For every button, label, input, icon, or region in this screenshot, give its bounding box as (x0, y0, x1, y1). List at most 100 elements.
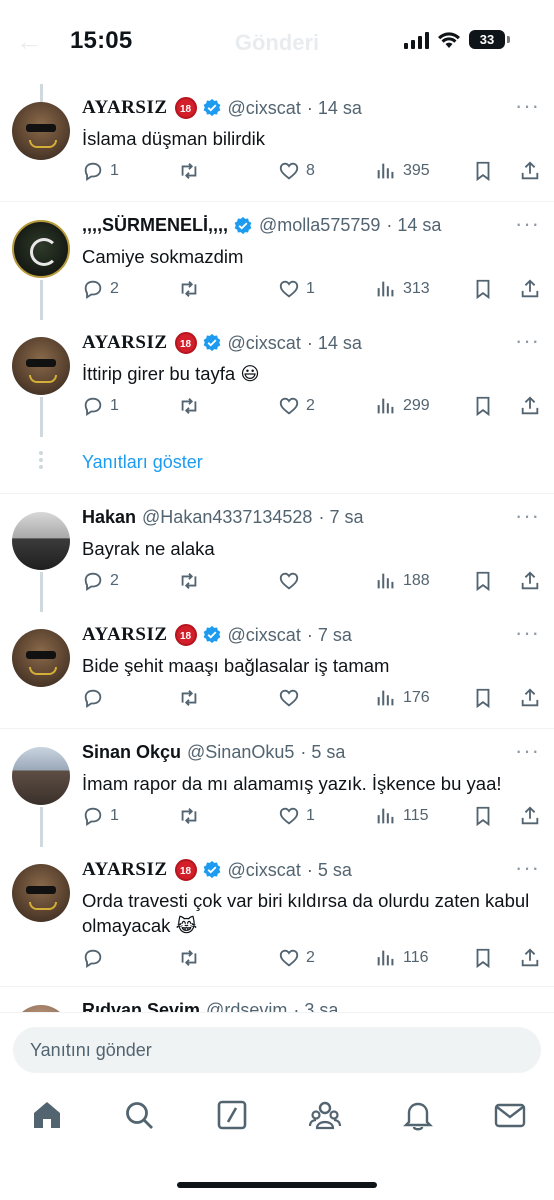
author-handle[interactable]: @cixscat (228, 860, 301, 881)
search-icon[interactable] (122, 1098, 156, 1132)
views-button[interactable]: 188 (375, 570, 430, 592)
avatar[interactable] (12, 220, 70, 278)
bookmark-button[interactable] (472, 805, 494, 827)
like-button[interactable]: 8 (278, 160, 315, 182)
more-options-icon[interactable]: ··· (515, 740, 540, 762)
avatar[interactable] (12, 747, 70, 805)
avatar[interactable] (12, 337, 70, 395)
views-button[interactable]: 115 (375, 805, 429, 827)
tweet-actions: 2 1 313 (82, 278, 540, 304)
communities-icon[interactable] (308, 1098, 342, 1132)
author-handle[interactable]: @Hakan4337134528 (142, 507, 312, 528)
reply-button[interactable]: 1 (82, 805, 119, 827)
retweet-button[interactable] (178, 947, 200, 969)
reply-button[interactable] (82, 687, 110, 709)
like-button[interactable]: 2 (278, 395, 315, 417)
tweet[interactable]: AYARSIZ 18 @cixscat · 14 sa ··· İslama d… (0, 84, 554, 201)
tweet-text: İttirip girer bu tayfa 😃 (82, 363, 260, 384)
more-options-icon[interactable]: ··· (515, 213, 540, 235)
avatar[interactable] (12, 102, 70, 160)
share-button[interactable] (519, 805, 541, 827)
more-options-icon[interactable]: ··· (515, 622, 540, 644)
views-button[interactable]: 313 (375, 278, 430, 300)
retweet-icon (181, 163, 197, 179)
author-name[interactable]: Sinan Okçu (82, 742, 181, 763)
grok-icon[interactable] (215, 1098, 249, 1132)
tweet[interactable]: AYARSIZ 18 @cixscat · 14 sa ··· İttirip … (0, 319, 554, 437)
like-button[interactable] (278, 570, 306, 592)
bookmark-button[interactable] (472, 947, 494, 969)
bookmark-button[interactable] (472, 687, 494, 709)
like-button[interactable]: 1 (278, 278, 315, 300)
views-chart-icon (377, 163, 394, 179)
author-name[interactable]: Hakan (82, 507, 136, 528)
retweet-button[interactable] (178, 805, 200, 827)
share-button[interactable] (519, 160, 541, 182)
author-handle[interactable]: @molla575759 (259, 215, 380, 236)
views-button[interactable]: 395 (375, 160, 430, 182)
home-icon[interactable] (30, 1098, 64, 1132)
avatar[interactable] (12, 864, 70, 922)
more-options-icon[interactable]: ··· (515, 857, 540, 879)
views-button[interactable]: 176 (375, 687, 430, 709)
reply-input[interactable]: Yanıtını gönder (13, 1027, 541, 1073)
reply-button[interactable]: 1 (82, 395, 119, 417)
author-handle[interactable]: @cixscat (228, 625, 301, 646)
tweet[interactable]: Sinan Okçu @SinanOku5 · 5 sa ··· İmam ra… (0, 729, 554, 847)
author-handle[interactable]: @cixscat (228, 333, 301, 354)
author-name[interactable]: AYARSIZ (82, 97, 168, 119)
tweet[interactable]: Hakan @Hakan4337134528 · 7 sa ··· Bayrak… (0, 494, 554, 612)
reply-button[interactable]: 1 (82, 160, 119, 182)
views-count: 188 (403, 572, 430, 589)
tweet-actions: 176 (82, 687, 540, 713)
views-count: 176 (403, 689, 430, 706)
bookmark-button[interactable] (472, 278, 494, 300)
avatar[interactable] (12, 512, 70, 570)
tweet[interactable]: AYARSIZ 18 @cixscat · 5 sa ··· Orda trav… (0, 846, 554, 986)
reply-button[interactable]: 2 (82, 570, 119, 592)
more-options-icon[interactable]: ··· (515, 95, 540, 117)
tweet[interactable]: ,,,,SÜRMENELİ,,,, @molla575759 · 14 sa ·… (0, 202, 554, 320)
retweet-button[interactable] (178, 278, 200, 300)
notifications-icon[interactable] (401, 1098, 435, 1132)
retweet-button[interactable] (178, 570, 200, 592)
share-button[interactable] (519, 687, 541, 709)
author-name[interactable]: AYARSIZ (82, 332, 168, 354)
show-replies-link[interactable]: Yanıtları göster (82, 452, 203, 473)
share-icon (521, 806, 539, 825)
author-name[interactable]: AYARSIZ (82, 859, 168, 881)
retweet-button[interactable] (178, 395, 200, 417)
author-name[interactable]: AYARSIZ (82, 624, 168, 646)
share-button[interactable] (519, 570, 541, 592)
avatar[interactable] (12, 629, 70, 687)
messages-icon[interactable] (493, 1098, 527, 1132)
more-options-icon[interactable]: ··· (515, 505, 540, 527)
author-handle[interactable]: @cixscat (228, 98, 301, 119)
share-button[interactable] (519, 947, 541, 969)
share-button[interactable] (519, 395, 541, 417)
share-button[interactable] (519, 278, 541, 300)
views-button[interactable]: 299 (375, 395, 430, 417)
more-options-icon[interactable]: ··· (515, 330, 540, 352)
reply-button[interactable] (82, 947, 110, 969)
bookmark-button[interactable] (472, 570, 494, 592)
retweet-icon (181, 281, 197, 297)
tweet[interactable]: AYARSIZ 18 @cixscat · 7 sa ··· Bide şehi… (0, 611, 554, 728)
bookmark-button[interactable] (472, 395, 494, 417)
views-chart-icon (377, 398, 394, 414)
like-button[interactable]: 2 (278, 947, 315, 969)
retweet-button[interactable] (178, 687, 200, 709)
views-button[interactable]: 116 (375, 947, 429, 969)
like-button[interactable] (278, 687, 306, 709)
author-name[interactable]: ,,,,SÜRMENELİ,,,, (82, 215, 228, 236)
author-handle[interactable]: @SinanOku5 (187, 742, 294, 763)
bookmark-button[interactable] (472, 160, 494, 182)
heart-icon (279, 807, 299, 825)
views-count: 116 (403, 949, 429, 966)
reply-icon (84, 280, 102, 299)
like-button[interactable]: 1 (278, 805, 315, 827)
reply-button[interactable]: 2 (82, 278, 119, 300)
retweet-button[interactable] (178, 160, 200, 182)
show-replies-row[interactable]: Yanıtları göster (0, 436, 554, 493)
adult-badge-icon: 18 (174, 332, 197, 354)
